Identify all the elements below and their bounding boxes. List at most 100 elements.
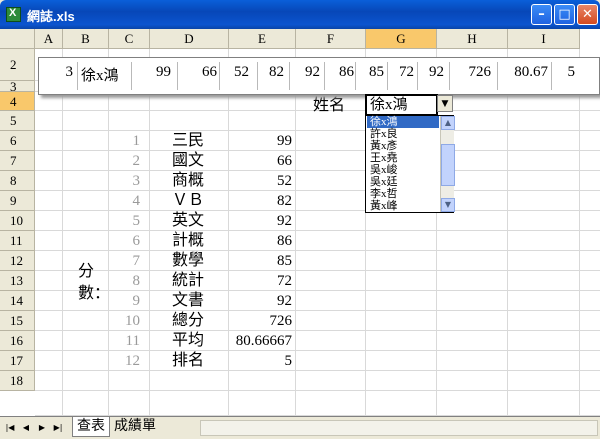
row-header-7[interactable]: 7 bbox=[0, 151, 35, 171]
subject-score: 92 bbox=[277, 213, 292, 229]
row-header-6[interactable]: 6 bbox=[0, 131, 35, 151]
tab-report-card[interactable]: 成績單 bbox=[110, 417, 160, 437]
row-header-4[interactable]: 4 bbox=[0, 92, 35, 111]
row-index: 7 bbox=[132, 253, 141, 269]
window-title: 網誌.xls bbox=[27, 9, 75, 24]
title-bar: 網誌.xls – □ ✕ bbox=[0, 0, 600, 29]
column-header-i[interactable]: I bbox=[508, 29, 580, 49]
row-header-2[interactable]: 2 bbox=[0, 49, 35, 81]
picture-cell: 52 bbox=[234, 64, 249, 80]
picture-cell: 80.67 bbox=[514, 64, 548, 80]
row-header-5[interactable]: 5 bbox=[0, 111, 35, 131]
worksheet-grid[interactable]: A B C D E F G H I 2 3 4 5 6 7 8 9 10 11 12 13 14 15 16 17 18 姓名 分數：… bbox=[0, 29, 600, 416]
lookup-label: 姓名 bbox=[313, 97, 346, 114]
subject-name: ＶＢ bbox=[172, 192, 205, 209]
row-header-3[interactable]: 3 bbox=[0, 80, 35, 93]
row-header-16[interactable]: 16 bbox=[0, 331, 35, 351]
scroll-thumb[interactable] bbox=[441, 144, 455, 186]
picture-gridline bbox=[387, 62, 388, 90]
column-header-d[interactable]: D bbox=[150, 29, 229, 49]
sheet-tab-bar: |◀ ◀ ▶ ▶| 查表 成績單 bbox=[0, 416, 600, 439]
subject-score: 72 bbox=[277, 273, 292, 289]
row-index: 10 bbox=[125, 313, 140, 329]
name-dropdown-field[interactable]: 徐x鴻 bbox=[365, 94, 438, 116]
dropdown-option[interactable]: 王x堯 bbox=[367, 152, 439, 164]
column-header-a[interactable]: A bbox=[35, 29, 63, 49]
column-header-b[interactable]: B bbox=[63, 29, 109, 49]
row-header-9[interactable]: 9 bbox=[0, 191, 35, 211]
minimize-button[interactable]: – bbox=[531, 4, 552, 25]
subject-name: 平均 bbox=[172, 332, 205, 349]
picture-cell: 99 bbox=[156, 64, 171, 80]
subject-name: 排名 bbox=[172, 352, 205, 369]
column-header-c[interactable]: C bbox=[109, 29, 150, 49]
row-index: 6 bbox=[132, 233, 141, 249]
prev-sheet-button[interactable]: ◀ bbox=[20, 422, 32, 434]
name-dropdown-list[interactable]: 徐x鴻 許x良 黃x彥 王x堯 吳x峻 吳x廷 李x哲 黃x峰 ▲ ▼ bbox=[365, 115, 455, 213]
last-sheet-button[interactable]: ▶| bbox=[52, 422, 64, 434]
row-header-18[interactable]: 18 bbox=[0, 371, 35, 391]
gridline-vertical bbox=[507, 49, 508, 416]
dropdown-arrow-button[interactable]: ▼ bbox=[437, 95, 453, 112]
row-index: 8 bbox=[132, 273, 141, 289]
close-button[interactable]: ✕ bbox=[577, 4, 598, 25]
subject-name: 統計 bbox=[172, 272, 205, 289]
dropdown-option[interactable]: 黃x峰 bbox=[367, 200, 439, 212]
column-header-h[interactable]: H bbox=[437, 29, 508, 49]
subject-name: 計概 bbox=[172, 232, 205, 249]
subject-score: 80.66667 bbox=[235, 333, 292, 349]
row-index: 3 bbox=[132, 173, 141, 189]
picture-gridline bbox=[417, 62, 418, 90]
dropdown-scrollbar[interactable]: ▲ ▼ bbox=[440, 116, 455, 212]
column-header-e[interactable]: E bbox=[229, 29, 296, 49]
select-all-corner[interactable] bbox=[0, 29, 35, 49]
subject-name: 文書 bbox=[172, 292, 205, 309]
row-index: 2 bbox=[132, 153, 141, 169]
row-header-15[interactable]: 15 bbox=[0, 311, 35, 331]
picture-gridline bbox=[77, 62, 78, 90]
column-header-f[interactable]: F bbox=[296, 29, 366, 49]
row-index: 4 bbox=[132, 193, 141, 209]
picture-gridline bbox=[497, 62, 498, 90]
subject-name: 三民 bbox=[172, 132, 205, 149]
dropdown-option[interactable]: 吳x廷 bbox=[367, 176, 439, 188]
gridline-vertical bbox=[108, 49, 109, 416]
scroll-down-icon[interactable]: ▼ bbox=[441, 198, 455, 212]
picture-cell: 3 bbox=[65, 64, 74, 80]
next-sheet-button[interactable]: ▶ bbox=[36, 422, 48, 434]
picture-gridline bbox=[131, 62, 132, 90]
subject-score: 726 bbox=[269, 313, 293, 329]
first-sheet-button[interactable]: |◀ bbox=[4, 422, 16, 434]
column-header-g[interactable]: G bbox=[366, 29, 437, 49]
picture-cell: 92 bbox=[429, 64, 444, 80]
linked-picture-row[interactable]: 3 徐x鴻 99 66 52 82 92 86 85 72 92 726 80.67 5 bbox=[38, 57, 600, 95]
horizontal-scrollbar[interactable] bbox=[200, 420, 598, 436]
subject-name: 商概 bbox=[172, 172, 205, 189]
picture-cell: 徐x鴻 bbox=[81, 68, 119, 84]
picture-gridline bbox=[177, 62, 178, 90]
row-header-10[interactable]: 10 bbox=[0, 211, 35, 231]
subject-score: 86 bbox=[277, 233, 292, 249]
dropdown-option[interactable]: 徐x鴻 bbox=[367, 116, 439, 128]
row-header-13[interactable]: 13 bbox=[0, 271, 35, 291]
gridline-vertical bbox=[579, 49, 580, 416]
dropdown-option[interactable]: 李x哲 bbox=[367, 188, 439, 200]
scroll-up-icon[interactable]: ▲ bbox=[441, 116, 455, 130]
dropdown-option[interactable]: 吳x峻 bbox=[367, 164, 439, 176]
row-header-8[interactable]: 8 bbox=[0, 171, 35, 191]
row-header-11[interactable]: 11 bbox=[0, 231, 35, 251]
row-header-12[interactable]: 12 bbox=[0, 251, 35, 271]
subject-name: 國文 bbox=[172, 152, 205, 169]
maximize-button[interactable]: □ bbox=[554, 4, 575, 25]
dropdown-option[interactable]: 許x良 bbox=[367, 128, 439, 140]
row-header-17[interactable]: 17 bbox=[0, 351, 35, 371]
picture-cell: 82 bbox=[269, 64, 284, 80]
subject-score: 66 bbox=[277, 153, 292, 169]
row-header-14[interactable]: 14 bbox=[0, 291, 35, 311]
subject-score: 82 bbox=[277, 193, 292, 209]
tab-lookup[interactable]: 查表 bbox=[72, 417, 110, 437]
dropdown-option[interactable]: 黃x彥 bbox=[367, 140, 439, 152]
subject-score: 99 bbox=[277, 133, 292, 149]
picture-gridline bbox=[257, 62, 258, 90]
gridline-vertical bbox=[295, 49, 296, 416]
